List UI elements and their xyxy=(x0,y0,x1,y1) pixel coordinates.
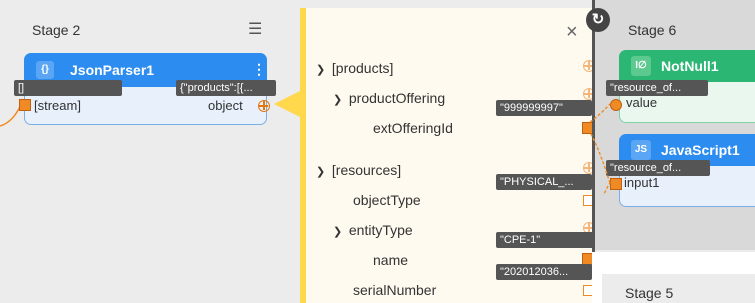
notnull-input-tooltip: "resource_of... xyxy=(606,80,708,96)
serialnumber-value-tooltip: "202012036... xyxy=(496,264,592,280)
stage-2-title: Stage 2 xyxy=(32,22,81,38)
javascript-icon: JS xyxy=(631,140,651,160)
javascript-port-label: input1 xyxy=(624,175,660,190)
stage-5-title: Stage 5 xyxy=(625,285,674,301)
input-value-tooltip: [] xyxy=(14,80,122,96)
chevron-down-icon[interactable]: ❯ xyxy=(316,165,328,178)
notnull-icon: I∅ xyxy=(631,56,651,76)
notnull-header[interactable]: I∅ NotNull1 xyxy=(619,50,755,82)
tree-row-entitytype[interactable]: ❯ entityType xyxy=(333,222,413,238)
chevron-down-icon[interactable]: ❯ xyxy=(333,93,345,106)
input-port-square[interactable] xyxy=(19,99,31,111)
braces-icon: {} xyxy=(36,61,54,79)
extofferingid-value-tooltip: "999999997" xyxy=(496,100,592,116)
stage-6-title: Stage 6 xyxy=(628,22,677,38)
javascript-title: JavaScript1 xyxy=(661,142,740,158)
stage-2-column: Stage 2 ☰ {} JsonParser1 ⋮ [] {"products… xyxy=(0,0,302,303)
notnull-port-label: value xyxy=(626,95,658,110)
close-icon[interactable]: × xyxy=(566,22,578,42)
tree-row-resources[interactable]: ❯ [resources] xyxy=(316,162,401,178)
tree-row-extofferingid[interactable]: extOfferingId xyxy=(373,120,453,136)
tree-row-objecttype[interactable]: objectType xyxy=(353,192,421,208)
javascript-input-tooltip: "resource_of... xyxy=(606,160,710,176)
refresh-icon[interactable]: ↻ xyxy=(586,8,610,32)
tree-row-name[interactable]: name xyxy=(373,252,408,268)
objecttype-value-tooltip: "PHYSICAL_... xyxy=(496,174,592,190)
tree-row-products[interactable]: ❯ [products] xyxy=(316,60,393,76)
stage-5-column xyxy=(592,252,755,303)
schema-panel: × ❯ [products] ❯ productOffering extOffe… xyxy=(300,8,595,303)
chevron-down-icon[interactable]: ❯ xyxy=(333,225,345,238)
output-port-label: object xyxy=(208,98,243,113)
name-value-tooltip: "CPE-1" xyxy=(496,232,602,248)
output-value-tooltip: {"products":[{... xyxy=(176,80,276,96)
input-port-label: [stream] xyxy=(34,98,81,113)
tree-row-productoffering[interactable]: ❯ productOffering xyxy=(333,90,445,106)
hamburger-icon[interactable]: ☰ xyxy=(248,22,262,38)
jsonparser-title: JsonParser1 xyxy=(70,62,155,78)
tree-row-serialnumber[interactable]: serialNumber xyxy=(353,282,436,298)
notnull-title: NotNull1 xyxy=(661,58,719,74)
chevron-down-icon[interactable]: ❯ xyxy=(316,63,328,76)
kebab-menu-icon[interactable]: ⋮ xyxy=(252,61,266,78)
panel-pointer xyxy=(274,90,302,118)
dashed-connections xyxy=(585,103,611,195)
